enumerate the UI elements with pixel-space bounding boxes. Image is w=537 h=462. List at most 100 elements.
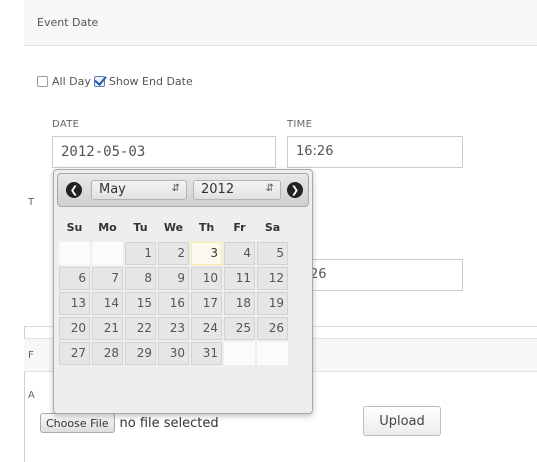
calendar-cell: 29 xyxy=(125,342,156,365)
calendar-day[interactable]: 31 xyxy=(191,342,222,365)
all-day-label[interactable]: All Day xyxy=(52,75,91,88)
calendar-day[interactable]: 14 xyxy=(92,292,123,315)
weekday-header: Fr xyxy=(233,220,246,234)
calendar-day[interactable]: 4 xyxy=(224,242,255,265)
calendar-day[interactable]: 10 xyxy=(191,267,222,290)
calendar-week-row: 6 7 8 9 10 11 12 xyxy=(59,267,288,290)
calendar-cell: 30 xyxy=(158,342,189,365)
next-arrow-icon[interactable]: ❯ xyxy=(287,182,303,198)
calendar-day-today[interactable]: 3 xyxy=(191,242,222,265)
weekday-header: Sa xyxy=(264,220,281,234)
calendar-day[interactable]: 24 xyxy=(191,317,222,340)
calendar-week-row: 27 28 29 30 31 xyxy=(59,342,288,365)
calendar-day[interactable]: 28 xyxy=(92,342,123,365)
calendar-day[interactable]: 2 xyxy=(158,242,189,265)
calendar-cell: 18 xyxy=(224,292,255,315)
calendar-day[interactable]: 1 xyxy=(125,242,156,265)
calendar-cell xyxy=(59,242,90,265)
file-section-title-partial: F xyxy=(28,350,34,361)
calendar-cell: 25 xyxy=(224,317,255,340)
calendar-cell: 19 xyxy=(257,292,288,315)
event-date-options: All Day Show End Date xyxy=(37,75,196,88)
calendar-cell: 8 xyxy=(125,267,156,290)
calendar-week-row: 1 2 3 4 5 xyxy=(59,242,288,265)
datepicker-popup: ❮ May ⇵ 2012 ⇵ ❯ Su Mo Tu We Th Fr Sa 1 … xyxy=(53,169,313,414)
year-select-value: 2012 xyxy=(201,182,235,197)
calendar-day[interactable]: 23 xyxy=(158,317,189,340)
calendar-day[interactable]: 21 xyxy=(92,317,123,340)
calendar-cell: 28 xyxy=(92,342,123,365)
calendar-day-empty xyxy=(257,342,288,365)
file-chooser: Choose File no file selected xyxy=(40,413,219,433)
calendar-day[interactable]: 13 xyxy=(59,292,90,315)
calendar-cell: 31 xyxy=(191,342,222,365)
calendar-day-empty xyxy=(59,242,90,265)
calendar-cell: 24 xyxy=(191,317,222,340)
calendar-cell: 3 xyxy=(191,242,222,265)
calendar-day[interactable]: 6 xyxy=(59,267,90,290)
calendar-day[interactable]: 30 xyxy=(158,342,189,365)
show-end-date-label[interactable]: Show End Date xyxy=(109,75,193,88)
calendar-cell xyxy=(92,242,123,265)
calendar-day[interactable]: 5 xyxy=(257,242,288,265)
calendar-day[interactable]: 26 xyxy=(257,317,288,340)
calendar-cell: 17 xyxy=(191,292,222,315)
month-select[interactable]: May ⇵ xyxy=(91,180,187,200)
calendar-day[interactable]: 11 xyxy=(224,267,255,290)
weekday-header: Tu xyxy=(133,220,148,234)
calendar-day[interactable]: 17 xyxy=(191,292,222,315)
calendar-day[interactable]: 16 xyxy=(158,292,189,315)
event-date-section-title: Event Date xyxy=(37,16,99,29)
calendar-day-empty xyxy=(92,242,123,265)
calendar-cell: 14 xyxy=(92,292,123,315)
calendar-cell: 5 xyxy=(257,242,288,265)
weekday-header: Mo xyxy=(98,220,117,234)
calendar-cell xyxy=(257,342,288,365)
calendar-cell: 1 xyxy=(125,242,156,265)
calendar-day[interactable]: 8 xyxy=(125,267,156,290)
calendar-cell: 11 xyxy=(224,267,255,290)
year-select[interactable]: 2012 ⇵ xyxy=(193,180,281,200)
calendar-day[interactable]: 20 xyxy=(59,317,90,340)
calendar-day[interactable]: 7 xyxy=(92,267,123,290)
calendar-day[interactable]: 9 xyxy=(158,267,189,290)
prev-arrow-icon[interactable]: ❮ xyxy=(66,182,82,198)
upload-button[interactable]: Upload xyxy=(363,406,441,436)
calendar-day[interactable]: 29 xyxy=(125,342,156,365)
no-file-text: no file selected xyxy=(119,415,219,431)
calendar-cell: 9 xyxy=(158,267,189,290)
month-select-arrow-icon: ⇵ xyxy=(171,183,180,194)
calendar-cell: 21 xyxy=(92,317,123,340)
calendar-cell: 10 xyxy=(191,267,222,290)
calendar-grid: Su Mo Tu We Th Fr Sa 1 2 3 4 5 6 7 8 9 1… xyxy=(57,212,290,367)
calendar-cell: 12 xyxy=(257,267,288,290)
all-day-checkbox[interactable] xyxy=(37,76,48,87)
datepicker-header: ❮ May ⇵ 2012 ⇵ ❯ xyxy=(57,173,309,207)
calendar-day[interactable]: 12 xyxy=(257,267,288,290)
year-select-arrow-icon: ⇵ xyxy=(265,183,274,194)
calendar-day[interactable]: 15 xyxy=(125,292,156,315)
time-input[interactable]: 16:26 xyxy=(287,136,463,168)
calendar-day-empty xyxy=(224,342,255,365)
weekday-header: We xyxy=(163,220,184,234)
calendar-week-row: 20 21 22 23 24 25 26 xyxy=(59,317,288,340)
calendar-day[interactable]: 25 xyxy=(224,317,255,340)
month-select-value: May xyxy=(99,182,126,197)
weekday-header: Th xyxy=(198,220,215,234)
calendar-cell: 16 xyxy=(158,292,189,315)
calendar-day[interactable]: 18 xyxy=(224,292,255,315)
weekday-header-row: Su Mo Tu We Th Fr Sa xyxy=(59,214,288,240)
calendar-cell: 13 xyxy=(59,292,90,315)
end-date-label-partial: T xyxy=(28,197,35,208)
end-time-input[interactable]: 26 xyxy=(287,259,463,291)
choose-file-button[interactable]: Choose File xyxy=(40,413,115,433)
calendar-day[interactable]: 22 xyxy=(125,317,156,340)
calendar-day[interactable]: 27 xyxy=(59,342,90,365)
date-input[interactable]: 2012-05-03 xyxy=(52,136,276,168)
calendar-cell: 27 xyxy=(59,342,90,365)
calendar-cell: 22 xyxy=(125,317,156,340)
calendar-day[interactable]: 19 xyxy=(257,292,288,315)
time-label: TIME xyxy=(287,119,313,130)
calendar-week-row: 13 14 15 16 17 18 19 xyxy=(59,292,288,315)
show-end-date-checkbox[interactable] xyxy=(93,76,105,87)
